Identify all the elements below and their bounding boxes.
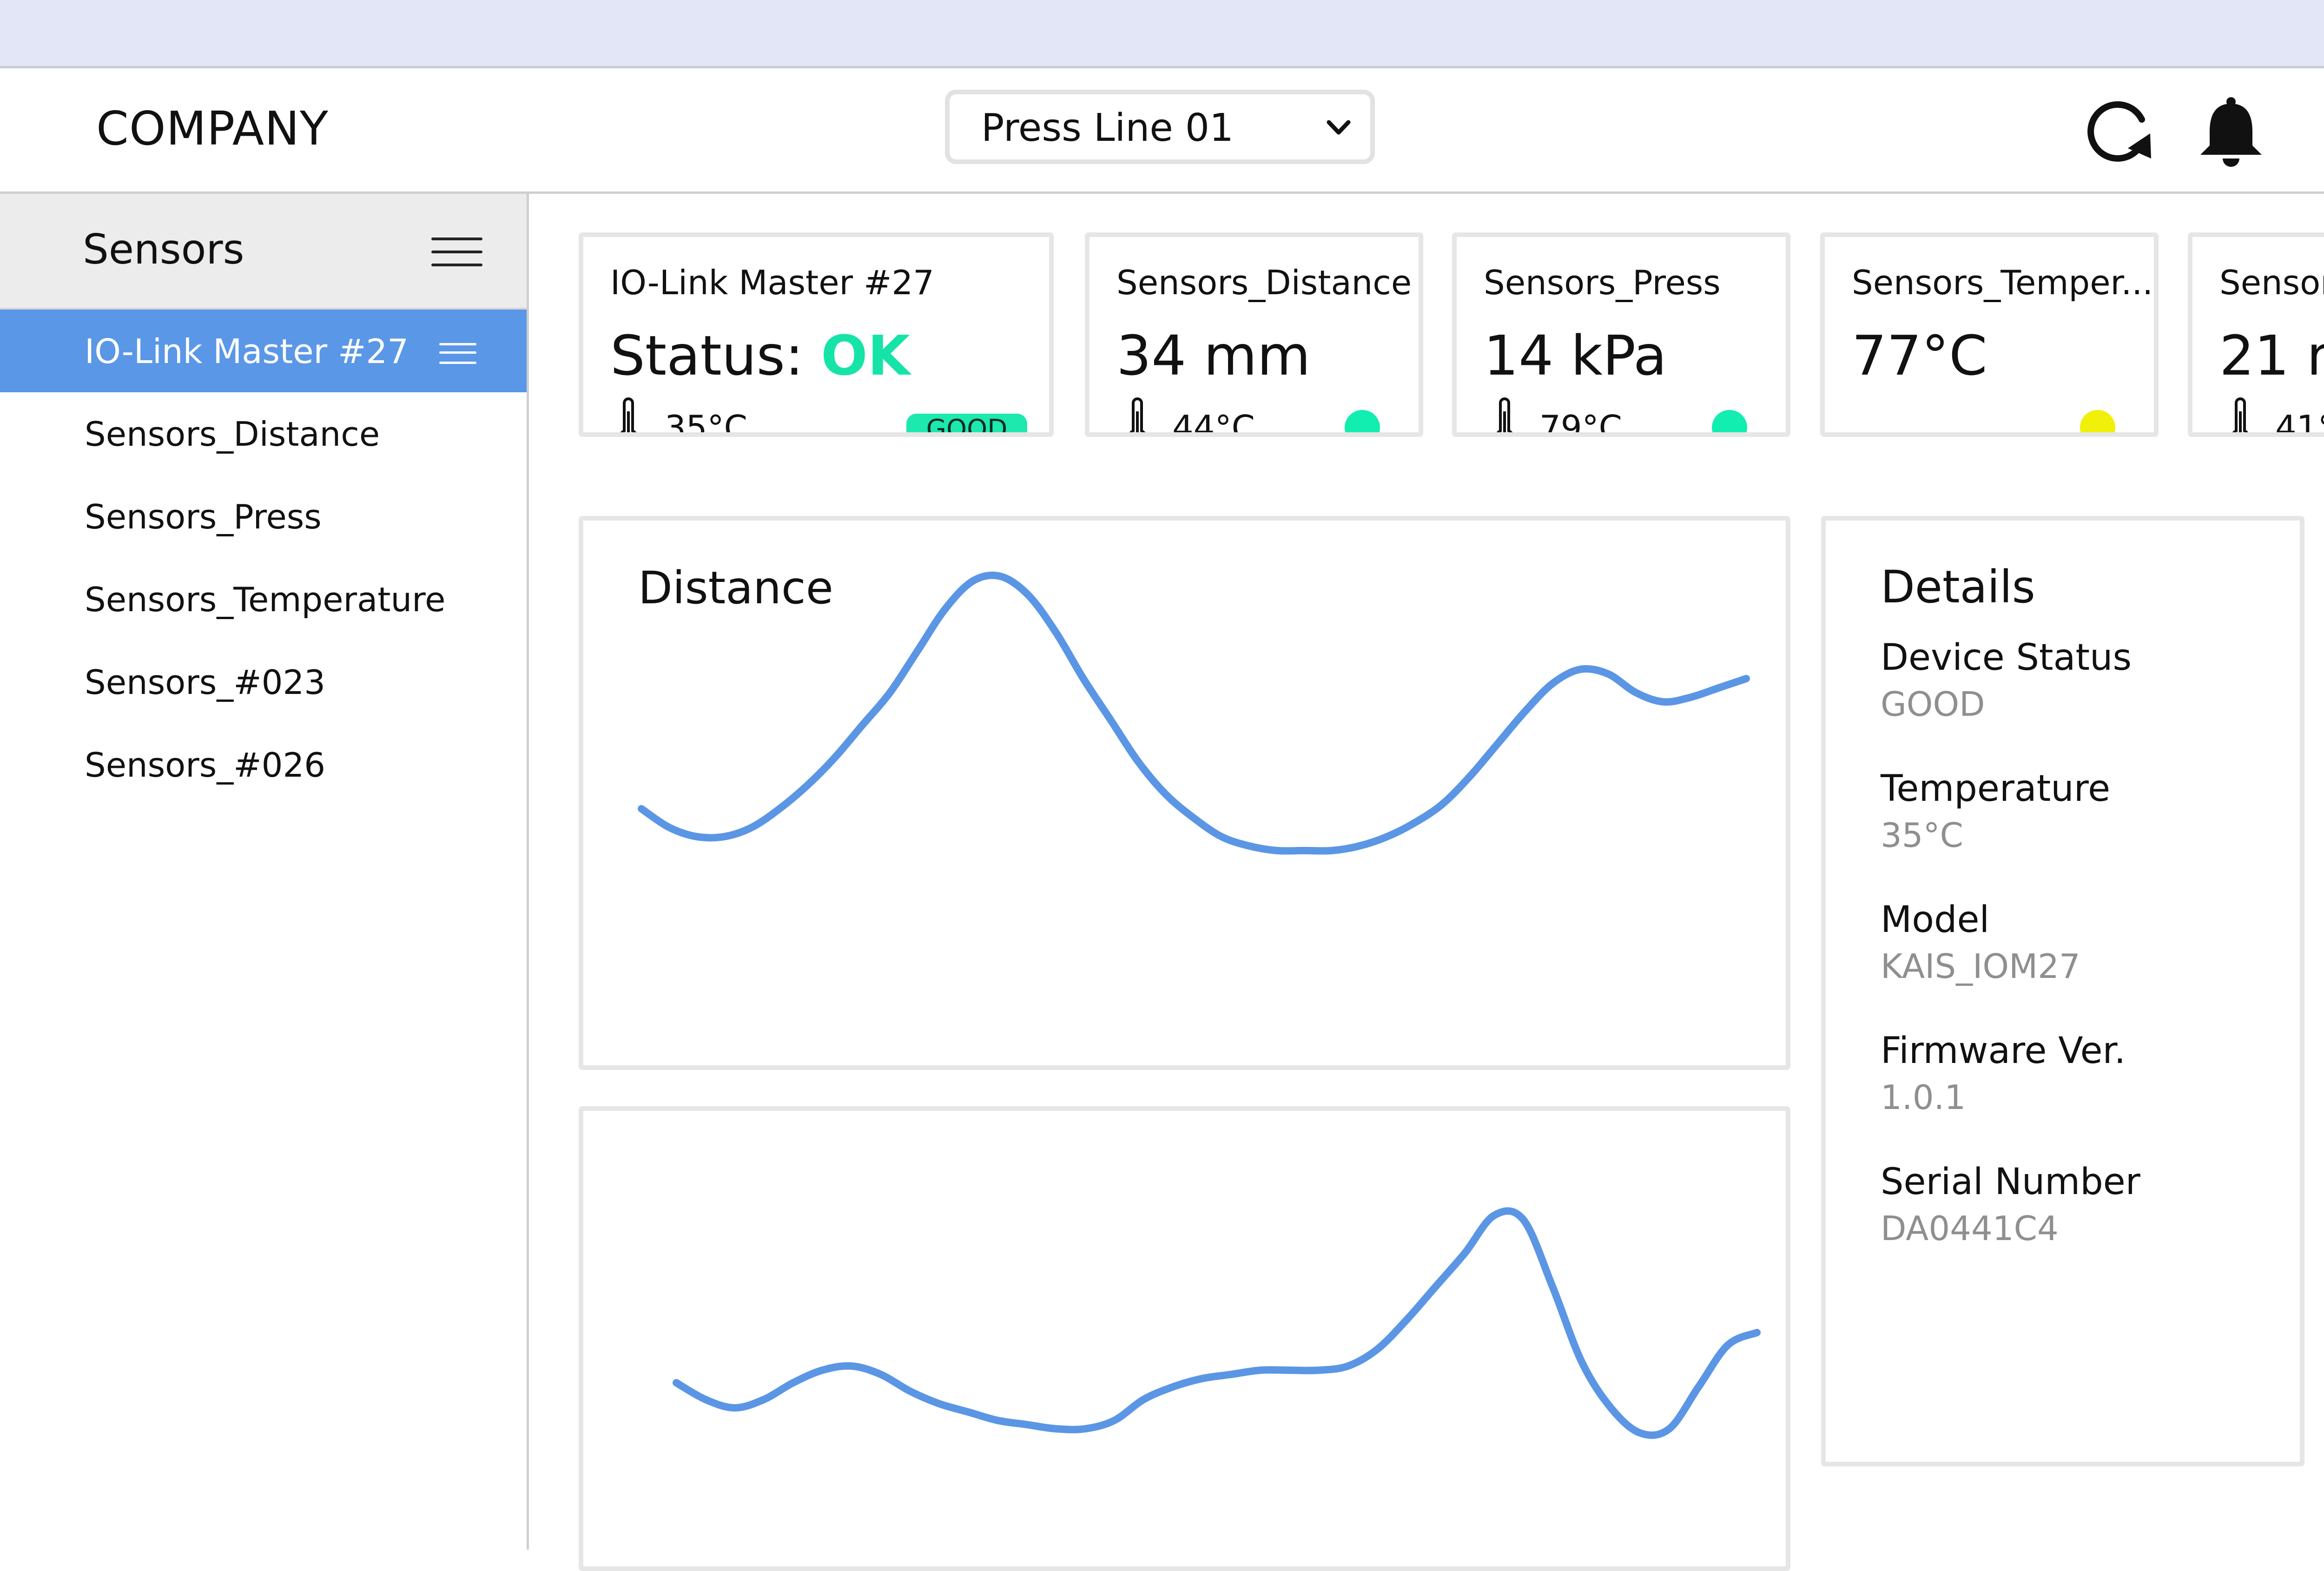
detail-label: Model bbox=[1881, 899, 1990, 941]
kpi-card-value: 21 m bbox=[2219, 323, 2324, 388]
sidebar-header: Sensors bbox=[0, 194, 527, 310]
thermometer-icon bbox=[620, 397, 637, 432]
detail-value: 1.0.1 bbox=[1881, 1078, 1966, 1117]
top-header: COMPANY Press Line 01 bbox=[0, 68, 2324, 194]
kpi-card-title: IO-Link Master #27 bbox=[610, 263, 934, 302]
distance-chart-card: Distance bbox=[579, 516, 1790, 1070]
detail-label: Device Status bbox=[1881, 637, 2132, 679]
kpi-card-sensors-press[interactable]: Sensors_Press 14 kPa 79°C bbox=[1452, 232, 1790, 437]
status-indicator-dot bbox=[1345, 410, 1380, 432]
sidebar-item-label: Sensors_#026 bbox=[85, 746, 326, 785]
window-top-strip bbox=[0, 0, 2324, 68]
menu-icon[interactable] bbox=[439, 341, 476, 364]
line-selector-value: Press Line 01 bbox=[981, 106, 1234, 150]
sidebar-item-sensors-distance[interactable]: Sensors_Distance bbox=[0, 392, 527, 475]
kpi-card-value: 14 kPa bbox=[1484, 323, 1667, 388]
kpi-card-sensors-temperature[interactable]: Sensors_Temper... 77°C bbox=[1820, 232, 2159, 437]
status-badge: GOOD bbox=[906, 414, 1027, 432]
sidebar-item-label: Sensors_Distance bbox=[85, 415, 380, 454]
sidebar-item-label: Sensors_Temperature bbox=[85, 580, 446, 619]
sidebar: Sensors IO-Link Master #27 Sensors_Dista… bbox=[0, 194, 529, 1550]
detail-label: Serial Number bbox=[1881, 1161, 2140, 1203]
kpi-card-title: Sensors_Distance bbox=[1116, 263, 1412, 302]
status-label: Status: bbox=[610, 323, 821, 388]
secondary-chart bbox=[673, 1207, 1761, 1439]
refresh-icon[interactable] bbox=[2082, 93, 2157, 168]
kpi-card-io-link-master[interactable]: IO-Link Master #27 Status: OK 35°C GOOD bbox=[579, 232, 1054, 437]
detail-value: DA0441C4 bbox=[1881, 1209, 2059, 1248]
kpi-card-temperature: 44°C bbox=[1172, 408, 1255, 437]
kpi-card-temperature: 79°C bbox=[1539, 408, 1622, 437]
thermometer-icon bbox=[2232, 397, 2249, 432]
bell-icon[interactable] bbox=[2194, 95, 2268, 170]
line-selector-dropdown[interactable]: Press Line 01 bbox=[945, 90, 1375, 164]
kpi-card-sensors-distance[interactable]: Sensors_Distance 34 mm 44°C bbox=[1085, 232, 1423, 437]
kpi-card-status: Status: OK bbox=[610, 321, 910, 390]
sidebar-item-sensors-026[interactable]: Sensors_#026 bbox=[0, 723, 527, 806]
thermometer-icon bbox=[1496, 397, 1513, 432]
sidebar-item-label: Sensors_Press bbox=[85, 497, 322, 536]
sidebar-item-label: Sensors_#023 bbox=[85, 663, 326, 702]
sidebar-item-sensors-023[interactable]: Sensors_#023 bbox=[0, 640, 527, 723]
sidebar-item-sensors-press[interactable]: Sensors_Press bbox=[0, 475, 527, 558]
sidebar-item-sensors-temperature[interactable]: Sensors_Temperature bbox=[0, 558, 527, 640]
kpi-card-sensors-partial[interactable]: Sensors_ 21 m 41°C bbox=[2188, 232, 2324, 437]
kpi-card-value: 34 mm bbox=[1116, 323, 1311, 388]
chart-series-line bbox=[638, 571, 1750, 855]
sidebar-item-io-link-master-27[interactable]: IO-Link Master #27 bbox=[0, 310, 527, 392]
status-indicator-dot bbox=[2080, 410, 2115, 432]
kpi-card-title: Sensors_Press bbox=[1484, 263, 1721, 302]
detail-value: GOOD bbox=[1881, 685, 1985, 724]
chart-series-line bbox=[673, 1207, 1761, 1439]
distance-chart bbox=[638, 571, 1750, 855]
kpi-card-value: 77°C bbox=[1852, 323, 1987, 388]
details-title: Details bbox=[1881, 561, 2035, 613]
thermometer-icon bbox=[1129, 397, 1146, 432]
chevron-down-icon bbox=[1327, 120, 1351, 135]
secondary-chart-card bbox=[579, 1106, 1790, 1571]
sidebar-item-label: IO-Link Master #27 bbox=[85, 332, 409, 371]
detail-label: Temperature bbox=[1881, 768, 2111, 810]
kpi-card-title: Sensors_ bbox=[2219, 263, 2324, 302]
kpi-card-title: Sensors_Temper... bbox=[1852, 263, 2153, 302]
details-panel: Details Device Status GOOD Temperature 3… bbox=[1821, 516, 2304, 1466]
status-value: OK bbox=[821, 323, 911, 388]
brand-logo: COMPANY bbox=[96, 101, 329, 156]
kpi-card-temperature: 35°C bbox=[665, 408, 747, 437]
kpi-card-temperature: 41°C bbox=[2275, 408, 2324, 437]
status-indicator-dot bbox=[1712, 410, 1747, 432]
detail-value: 35°C bbox=[1881, 816, 1963, 855]
sidebar-title: Sensors bbox=[83, 225, 244, 273]
menu-icon[interactable] bbox=[431, 236, 482, 268]
detail-value: KAIS_IOM27 bbox=[1881, 947, 2080, 986]
detail-label: Firmware Ver. bbox=[1881, 1030, 2126, 1072]
